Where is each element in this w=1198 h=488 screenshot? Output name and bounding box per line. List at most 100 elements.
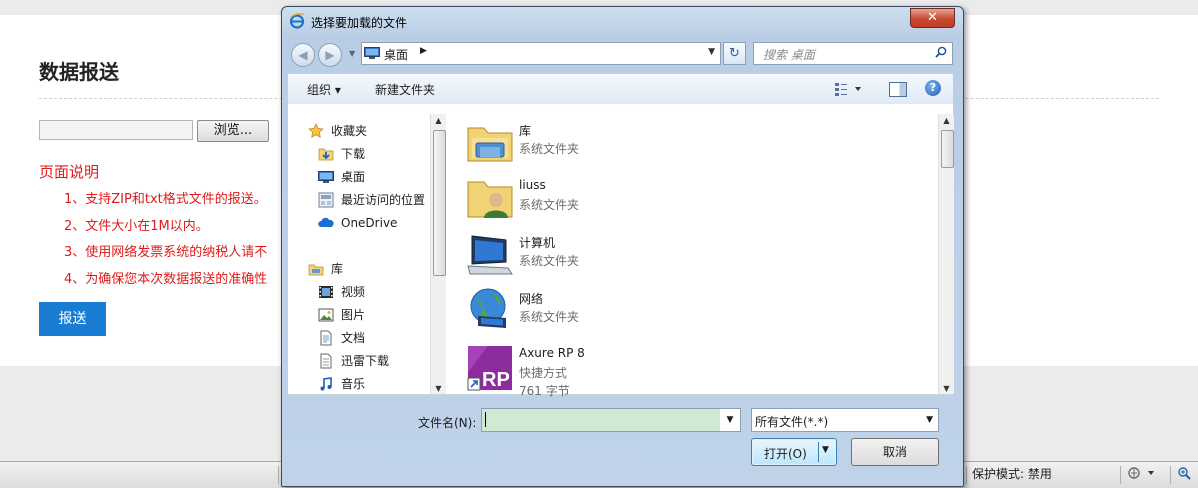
filename-input[interactable] [481,408,741,432]
documents-icon [318,330,334,346]
ie-icon [289,12,305,29]
zoom-icon[interactable] [1177,466,1193,483]
status-separator [278,466,279,484]
star-icon [308,123,324,139]
address-dropdown-icon[interactable]: ▼ [708,47,715,57]
organize-menu[interactable]: 组织 ▾ [307,81,341,98]
file-name: 网络 [519,292,544,306]
file-item-library[interactable]: 库 系统文件夹 [466,118,766,166]
open-options-chevron-icon[interactable]: ▼ [822,445,829,455]
nav-item-label: OneDrive [341,216,398,230]
network-icon [466,286,514,334]
svg-text:RP: RP [482,369,510,391]
search-input[interactable]: 搜索 桌面 [753,42,953,65]
close-button[interactable]: ✕ [910,8,955,28]
help-icon[interactable]: ? [925,80,941,96]
back-button[interactable]: ◀ [291,43,315,67]
protected-mode-status: 保护模式: 禁用 [972,467,1052,481]
downloads-folder-icon [318,146,334,162]
description-item: 2、文件大小在1M以内。 [64,218,209,234]
scroll-up-icon[interactable]: ▲ [431,114,446,128]
submit-button[interactable]: 报送 [39,302,106,336]
file-open-dialog: 选择要加载的文件 ✕ ◀ ▶ ▼ 桌面 ▶ ▼ ↻ 搜索 桌面 组织 ▾ 新建文… [281,6,964,487]
nav-item-label: 下载 [341,147,366,161]
preview-pane-icon[interactable] [889,82,907,97]
nav-item-label: 音乐 [341,377,366,391]
address-bar[interactable]: 桌面 ▶ ▼ [361,42,721,65]
nav-item-label: 图片 [341,308,366,322]
filename-label: 文件名(N): [418,416,477,430]
split-divider [818,442,819,462]
music-icon [318,376,334,392]
file-type-value: 所有文件(*.*) [755,415,829,429]
scroll-down-icon[interactable]: ▼ [431,382,446,396]
recent-pages-chevron-icon[interactable]: ▼ [349,49,355,58]
file-size: 761 字节 [519,384,570,398]
browser-content: 收藏夹 下载 桌面 最近访问的位置 OneDrive 库 视频 图片 文档 迅雷… [288,104,954,398]
dialog-toolbar: 组织 ▾ 新建文件夹 ? [288,73,953,105]
browse-button[interactable]: 浏览... [197,120,269,142]
file-name: Axure RP 8 [519,346,585,360]
file-type: 快捷方式 [519,366,568,380]
nav-item-label: 收藏夹 [331,124,368,138]
address-text: 桌面 [384,48,409,62]
scroll-down-icon[interactable]: ▼ [939,382,954,396]
computer-icon [466,230,514,278]
nav-item-label: 库 [331,262,344,276]
forward-button[interactable]: ▶ [318,43,342,67]
axure-shortcut-icon: RP [466,342,514,391]
open-button[interactable]: 打开(O) ▼ [751,438,837,466]
cancel-button[interactable]: 取消 [851,438,939,466]
refresh-button[interactable]: ↻ [723,42,746,65]
file-name: liuss [519,178,546,192]
nav-pane-scrollbar[interactable]: ▲ ▼ [430,114,446,394]
file-list: 库 系统文件夹 liuss 系统文件夹 计算机 系统文件夹 网络 系统文件夹 R… [445,104,925,398]
scroll-up-icon[interactable]: ▲ [939,114,954,128]
nav-item-label: 桌面 [341,170,366,184]
status-separator [966,466,967,484]
file-item-computer[interactable]: 计算机 系统文件夹 [466,230,766,278]
page-title: 数据报送 [39,60,119,84]
file-item-network[interactable]: 网络 系统文件夹 [466,286,766,334]
description-item: 4、为确保您本次数据报送的准确性 [64,272,268,288]
breadcrumb-arrow-icon[interactable]: ▶ [420,46,427,56]
nav-item-label: 最近访问的位置 [341,193,426,207]
new-folder-button[interactable]: 新建文件夹 [375,81,435,98]
status-separator [1120,466,1121,484]
nav-item-label: 视频 [341,285,366,299]
view-options-icon[interactable] [834,81,862,97]
security-zone-icon[interactable] [1128,466,1158,483]
library-icon [308,261,324,277]
search-placeholder: 搜索 桌面 [763,48,815,62]
onedrive-icon [318,215,334,231]
file-item-axure-shortcut[interactable]: RP Axure RP 8 快捷方式 761 字节 [466,342,766,398]
recent-places-icon [318,192,334,208]
navigation-pane: 收藏夹 下载 桌面 最近访问的位置 OneDrive 库 视频 图片 文档 迅雷… [288,104,428,394]
file-type: 系统文件夹 [519,254,580,268]
filename-dropdown-icon[interactable]: ▼ [720,408,741,432]
desktop-icon [318,169,334,185]
pictures-icon [318,307,334,323]
file-type: 系统文件夹 [519,198,580,212]
chevron-down-icon[interactable]: ▼ [926,415,933,425]
text-caret [485,412,486,427]
scrollbar-thumb[interactable] [941,130,954,168]
search-icon[interactable] [935,46,947,58]
file-type: 系统文件夹 [519,142,580,156]
status-separator [1170,466,1171,484]
description-item: 1、支持ZIP和txt格式文件的报送。 [64,192,267,207]
file-item-user[interactable]: liuss 系统文件夹 [466,174,766,222]
file-list-scrollbar[interactable]: ▲ ▼ [938,114,954,394]
dialog-title: 选择要加载的文件 [311,16,408,30]
description-list: 1、支持ZIP和txt格式文件的报送。 2、文件大小在1M以内。 3、使用网络发… [64,190,267,297]
desktop-icon [364,47,380,59]
library-folder-icon [466,118,514,166]
description-item: 3、使用网络发票系统的纳税人请不 [64,245,268,261]
nav-item-label: 迅雷下载 [341,354,390,368]
video-icon [318,284,334,300]
file-path-input[interactable] [39,120,193,140]
file-type-select[interactable]: 所有文件(*.*) ▼ [751,408,939,432]
description-title: 页面说明 [39,163,100,181]
nav-item-label: 文档 [341,331,366,345]
file-name: 计算机 [519,236,556,250]
